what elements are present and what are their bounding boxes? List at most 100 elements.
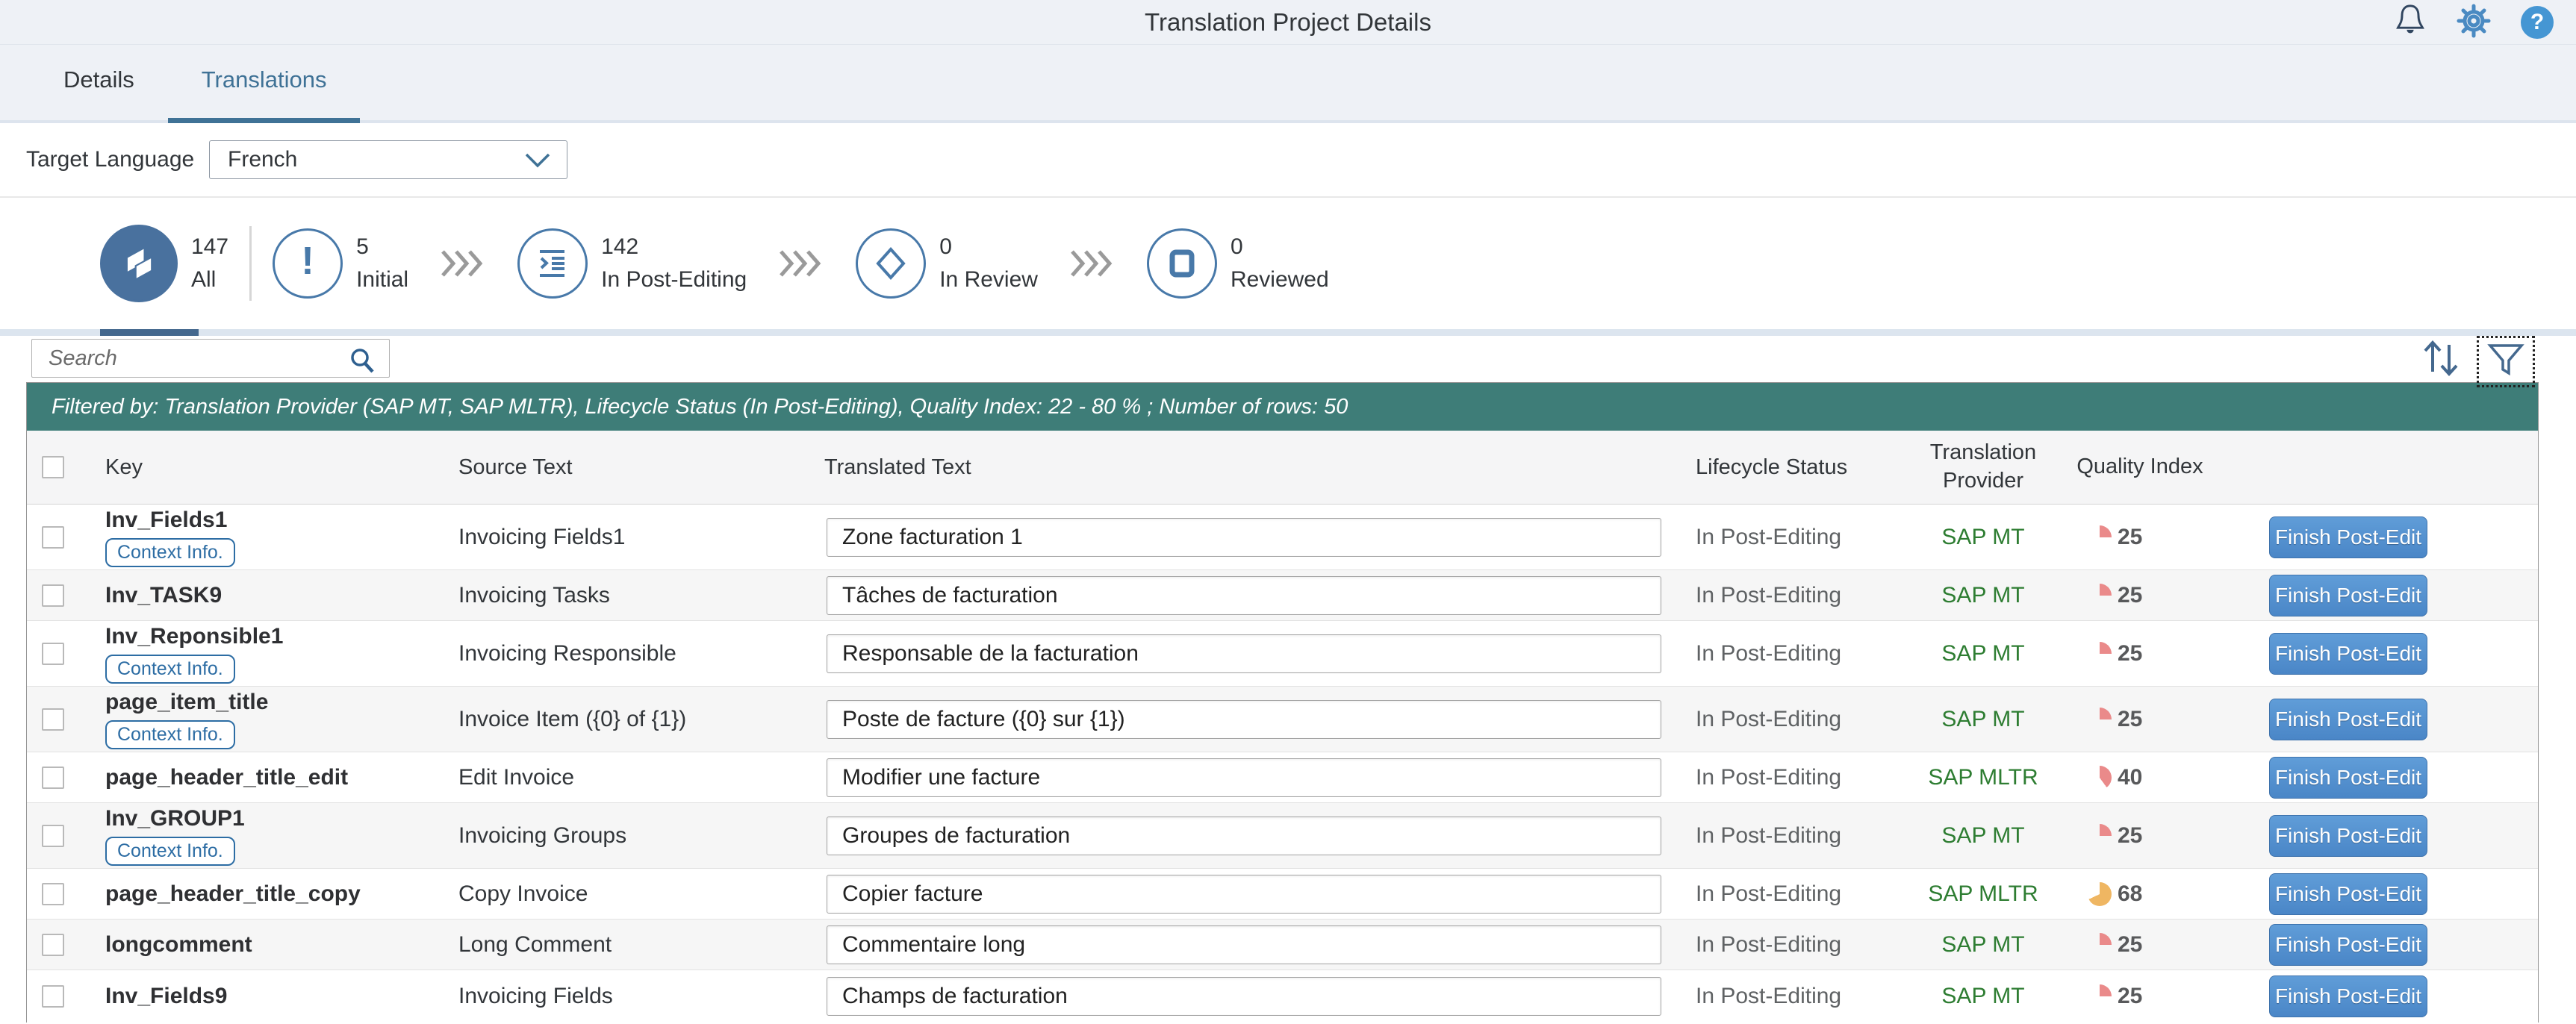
quality-index-icon	[2088, 583, 2112, 608]
target-language-select[interactable]: French	[209, 140, 567, 179]
quality-index-icon	[2088, 881, 2112, 906]
row-checkbox[interactable]	[42, 882, 64, 905]
search-field	[31, 339, 390, 378]
row-checkbox[interactable]	[42, 584, 64, 607]
context-info-button[interactable]: Context Info.	[105, 719, 235, 749]
translated-text-input[interactable]	[827, 517, 1661, 557]
row-checkbox[interactable]	[42, 642, 64, 665]
sort-icon[interactable]	[2419, 337, 2464, 383]
quality-index-icon	[2088, 707, 2112, 731]
funnel-stage-reviewed[interactable]: 0 Reviewed	[1146, 228, 1329, 299]
stage-label: In Post-Editing	[601, 267, 747, 292]
finish-post-edit-button[interactable]: Finish Post-Edit	[2269, 574, 2427, 616]
translated-text-input[interactable]	[827, 874, 1661, 914]
filter-info-bar: Filtered by: Translation Provider (SAP M…	[27, 383, 2538, 431]
chevron-down-icon	[525, 153, 550, 168]
finish-post-edit-button[interactable]: Finish Post-Edit	[2269, 975, 2427, 1017]
translated-text-input[interactable]	[827, 575, 1661, 615]
context-info-button[interactable]: Context Info.	[105, 654, 235, 684]
filter-icon[interactable]	[2477, 336, 2535, 387]
search-input[interactable]	[32, 340, 389, 377]
help-icon[interactable]: ?	[2521, 6, 2554, 39]
arrow-chevrons-icon	[778, 246, 824, 281]
finish-post-edit-button[interactable]: Finish Post-Edit	[2269, 698, 2427, 740]
row-key: Inv_Fields1	[105, 507, 228, 532]
table-toolbar	[0, 336, 2576, 387]
translation-provider: SAP MT	[1941, 640, 2025, 666]
target-language-label: Target Language	[26, 147, 195, 172]
exclamation-icon: !	[301, 240, 314, 283]
translated-text-input[interactable]	[827, 977, 1661, 1016]
settings-gear-icon[interactable]	[2457, 4, 2491, 42]
context-info-button[interactable]: Context Info.	[105, 836, 235, 866]
target-language-row: Target Language French	[0, 123, 2576, 198]
source-text: Invoice Item ({0} of {1})	[458, 706, 687, 731]
source-text: Invoicing Responsible	[458, 640, 676, 666]
translated-text-input[interactable]	[827, 634, 1661, 673]
table-row: Inv_Reponsible1 Context Info. Invoicing …	[27, 621, 2538, 687]
table-row: page_header_title_copy Copy Invoice In P…	[27, 869, 2538, 920]
funnel-stage-all[interactable]: 147 All	[100, 225, 228, 302]
stage-count: 147	[191, 234, 229, 259]
finish-post-edit-button[interactable]: Finish Post-Edit	[2269, 756, 2427, 799]
table-row: page_item_title Context Info. Invoice It…	[27, 687, 2538, 752]
search-icon[interactable]	[347, 346, 377, 376]
table-header-row: Key Source Text Translated Text Lifecycl…	[27, 431, 2538, 505]
documents-icon	[127, 249, 153, 281]
row-checkbox[interactable]	[42, 933, 64, 956]
diamond-icon	[876, 247, 906, 280]
quality-index-value: 40	[2118, 764, 2143, 790]
finish-post-edit-button[interactable]: Finish Post-Edit	[2269, 923, 2427, 966]
finish-post-edit-button[interactable]: Finish Post-Edit	[2269, 632, 2427, 675]
square-icon	[1169, 249, 1195, 278]
quality-index-icon	[2088, 765, 2112, 790]
table-row: Inv_GROUP1 Context Info. Invoicing Group…	[27, 803, 2538, 869]
row-checkbox[interactable]	[42, 985, 64, 1008]
translation-provider: SAP MT	[1941, 984, 2025, 1008]
finish-post-edit-button[interactable]: Finish Post-Edit	[2269, 872, 2427, 915]
lifecycle-status: In Post-Editing	[1696, 582, 1842, 608]
source-text: Invoicing Fields	[458, 984, 613, 1008]
translated-text-input[interactable]	[827, 816, 1661, 855]
stage-label: Initial	[356, 267, 409, 292]
funnel-stage-post-editing[interactable]: 142 In Post-Editing	[517, 228, 747, 299]
row-checkbox[interactable]	[42, 525, 64, 549]
translated-text-input[interactable]	[827, 699, 1661, 739]
quality-index-icon	[2088, 932, 2112, 957]
translation-provider: SAP MT	[1941, 582, 2025, 608]
row-checkbox[interactable]	[42, 708, 64, 731]
column-header-lifecycle-status: Lifecycle Status	[1696, 455, 1848, 479]
quality-index-value: 25	[2118, 931, 2143, 957]
row-checkbox[interactable]	[42, 766, 64, 789]
context-info-button[interactable]: Context Info.	[105, 537, 235, 567]
row-key: Inv_Fields9	[105, 984, 228, 1008]
table-row: longcomment Long Comment In Post-Editing…	[27, 920, 2538, 970]
column-header-key: Key	[105, 455, 143, 479]
source-text: Copy Invoice	[458, 881, 588, 906]
post-edit-list-icon	[540, 250, 565, 277]
finish-post-edit-button[interactable]: Finish Post-Edit	[2269, 516, 2427, 558]
stage-count: 5	[356, 234, 369, 259]
source-text: Invoicing Tasks	[458, 582, 610, 608]
quality-index-value: 25	[2118, 706, 2143, 731]
translated-text-input[interactable]	[827, 925, 1661, 964]
funnel-separator	[249, 226, 252, 301]
select-all-checkbox[interactable]	[42, 456, 64, 478]
stage-count: 0	[939, 234, 952, 259]
tab-details[interactable]: Details	[30, 66, 168, 120]
translation-provider: SAP MLTR	[1928, 764, 2038, 790]
funnel-stage-in-review[interactable]: 0 In Review	[856, 228, 1038, 299]
quality-index-value: 25	[2118, 822, 2143, 848]
tab-bar: Details Translations	[0, 45, 2576, 123]
tab-translations[interactable]: Translations	[167, 66, 361, 123]
quality-index-value: 25	[2118, 640, 2143, 666]
quality-index-icon	[2088, 525, 2112, 549]
funnel-stage-initial[interactable]: ! 5 Initial	[273, 228, 408, 299]
quality-index-icon	[2088, 984, 2112, 1008]
stage-label: Reviewed	[1230, 267, 1329, 292]
finish-post-edit-button[interactable]: Finish Post-Edit	[2269, 814, 2427, 857]
notifications-bell-icon[interactable]	[2394, 3, 2427, 43]
row-key: page_item_title	[105, 689, 269, 714]
row-checkbox[interactable]	[42, 824, 64, 847]
translated-text-input[interactable]	[827, 758, 1661, 797]
